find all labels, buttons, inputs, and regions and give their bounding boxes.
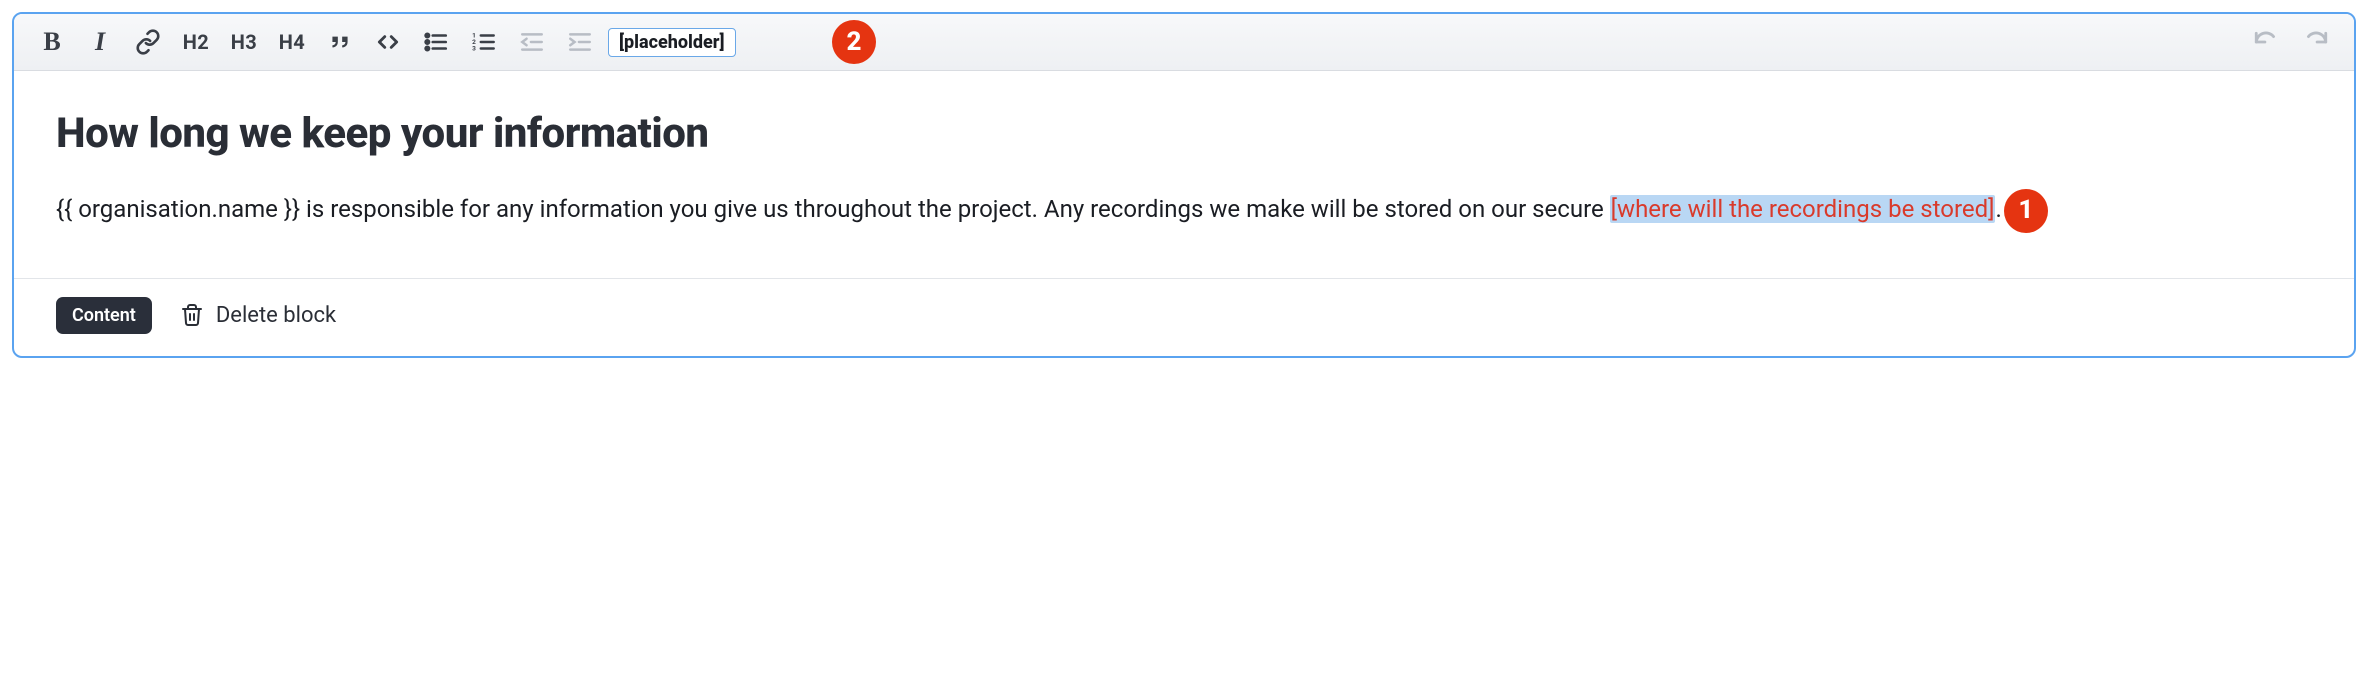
- bold-button[interactable]: B: [32, 24, 72, 60]
- ordered-list-button[interactable]: 123: [464, 24, 504, 60]
- toolbar-right-group: [2246, 24, 2336, 60]
- editor-toolbar: B I H2 H3 H4 123 [placeholder] 2: [14, 14, 2354, 71]
- link-button[interactable]: [128, 24, 168, 60]
- svg-text:3: 3: [472, 45, 476, 53]
- quote-icon: [327, 29, 353, 55]
- code-icon: [375, 29, 401, 55]
- document-heading[interactable]: How long we keep your information: [56, 109, 2312, 158]
- ordered-list-icon: 123: [471, 29, 497, 55]
- bullet-list-button[interactable]: [416, 24, 456, 60]
- annotation-badge-1: 1: [2004, 189, 2048, 233]
- h3-button[interactable]: H3: [224, 24, 264, 60]
- annotation-badge-2: 2: [832, 20, 876, 64]
- blockquote-button[interactable]: [320, 24, 360, 60]
- undo-icon: [2253, 29, 2279, 55]
- placeholder-token[interactable]: [where will the recordings be stored]: [1610, 195, 1996, 223]
- outdent-button[interactable]: [512, 24, 552, 60]
- trash-icon: [180, 302, 204, 328]
- block-footer: Content Delete block: [14, 278, 2354, 356]
- delete-block-button[interactable]: Delete block: [180, 302, 336, 328]
- undo-button[interactable]: [2246, 24, 2286, 60]
- redo-icon: [2303, 29, 2329, 55]
- content-button[interactable]: Content: [56, 297, 152, 334]
- paragraph-text-after: .: [1995, 195, 2001, 223]
- indent-icon: [567, 29, 593, 55]
- placeholder-button[interactable]: [placeholder]: [608, 28, 736, 57]
- italic-button[interactable]: I: [80, 24, 120, 60]
- h4-button[interactable]: H4: [272, 24, 312, 60]
- code-button[interactable]: [368, 24, 408, 60]
- document-paragraph[interactable]: {{ organisation.name }} is responsible f…: [56, 190, 2312, 230]
- indent-button[interactable]: [560, 24, 600, 60]
- editor-content[interactable]: How long we keep your information {{ org…: [14, 71, 2354, 278]
- bullet-list-icon: [423, 29, 449, 55]
- outdent-icon: [519, 29, 545, 55]
- link-icon: [135, 29, 161, 55]
- h2-button[interactable]: H2: [176, 24, 216, 60]
- redo-button[interactable]: [2296, 24, 2336, 60]
- paragraph-text-before: {{ organisation.name }} is responsible f…: [56, 195, 1610, 223]
- editor-frame: B I H2 H3 H4 123 [placeholder] 2: [12, 12, 2356, 358]
- delete-block-label: Delete block: [216, 303, 336, 328]
